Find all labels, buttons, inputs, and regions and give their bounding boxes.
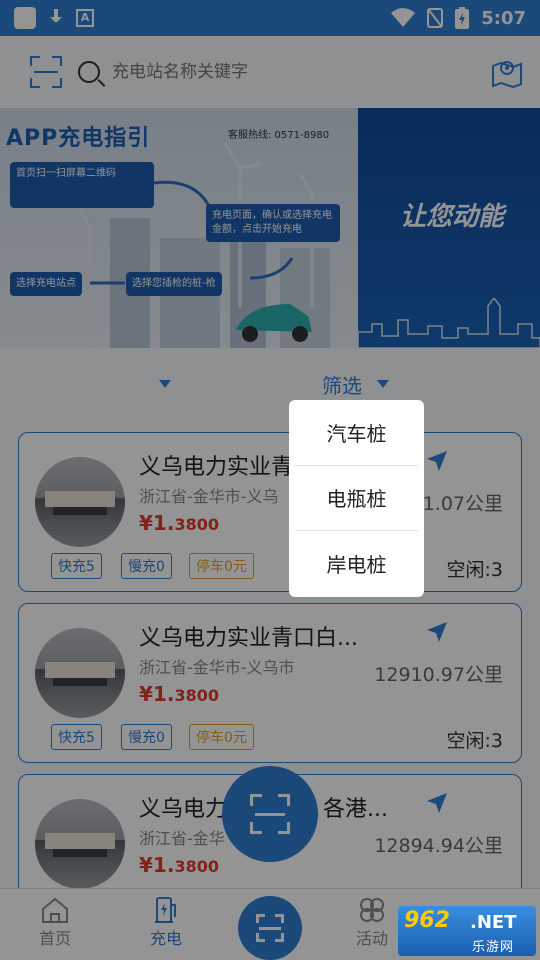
filter-option-ebike-pile[interactable]: 电瓶桩 (295, 466, 418, 532)
filter-option-shore-power-pile[interactable]: 岸电桩 (295, 531, 418, 597)
filter-option-car-pile[interactable]: 汽车桩 (295, 400, 418, 466)
modal-overlay[interactable] (0, 0, 540, 960)
filter-dropdown-menu: 汽车桩 电瓶桩 岸电桩 (289, 400, 424, 597)
watermark-site: 乐游网 (472, 940, 515, 955)
watermark-logo: 962 .NET 乐游网 (398, 906, 536, 956)
watermark-net: .NET (470, 912, 517, 933)
watermark-brand: 962 (404, 908, 450, 933)
